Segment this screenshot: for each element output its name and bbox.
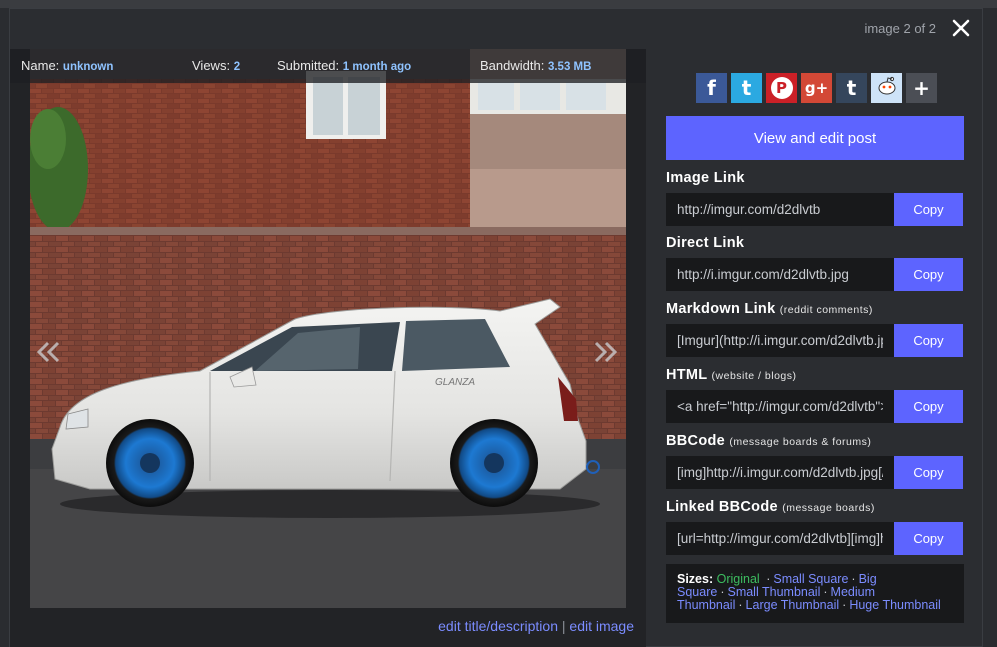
- car-photo[interactable]: GLANZA: [30, 49, 626, 608]
- car-photo-illustration: GLANZA: [30, 49, 626, 608]
- copy-button[interactable]: Copy: [894, 258, 963, 291]
- link-row: Copy: [666, 390, 964, 423]
- page-background-strip: [0, 0, 997, 8]
- size-separator: ·: [766, 572, 771, 586]
- twitter-icon: t: [741, 76, 752, 100]
- pinterest-icon: P: [770, 77, 793, 99]
- page-background-left: [0, 8, 9, 647]
- link-field[interactable]: [666, 258, 894, 291]
- link-field[interactable]: [666, 193, 894, 226]
- share-button-facebook[interactable]: f: [696, 73, 727, 103]
- next-image-button[interactable]: [592, 339, 620, 365]
- link-row: Copy: [666, 522, 964, 555]
- share-button-pinterest[interactable]: P: [766, 73, 797, 103]
- link-sublabel: (message boards): [782, 502, 875, 514]
- link-row: Copy: [666, 456, 964, 489]
- size-separator: ·: [823, 585, 828, 599]
- sizes-box: Sizes: Original · Small Square · Big Square…: [666, 564, 964, 623]
- size-separator: ·: [851, 572, 856, 586]
- edit-title-link[interactable]: edit title/description: [438, 618, 558, 634]
- link-label: Image Link: [666, 170, 745, 186]
- link-field[interactable]: [666, 324, 894, 357]
- link-group-image-link: Image Link Copy: [666, 170, 964, 226]
- meta-submitted-value[interactable]: 1 month ago: [343, 61, 411, 73]
- view-and-edit-post-button[interactable]: View and edit post: [666, 116, 964, 160]
- share-button-google-plus[interactable]: g+: [801, 73, 832, 103]
- link-row: Copy: [666, 324, 964, 357]
- meta-bandwidth: Bandwidth: 3.53 MB: [480, 58, 592, 73]
- link-sublabel: (message boards & forums): [729, 436, 872, 448]
- share-panel: ftPg+t+ View and edit post Image Link Co…: [666, 49, 964, 639]
- previous-image-button[interactable]: [34, 339, 62, 365]
- meta-bandwidth-value: 3.53 MB: [547, 61, 592, 73]
- copy-button[interactable]: Copy: [894, 193, 963, 226]
- meta-views-value: 2: [233, 61, 241, 73]
- copy-button[interactable]: Copy: [894, 522, 963, 555]
- social-share-bar: f t Pg+ t +: [696, 73, 937, 103]
- link-row: Copy: [666, 193, 964, 226]
- size-small-square[interactable]: Small Square: [773, 572, 848, 586]
- page-background-right: [983, 8, 997, 647]
- meta-name-value[interactable]: unknown: [63, 61, 113, 73]
- size-small-thumbnail[interactable]: Small Thumbnail: [727, 585, 820, 599]
- sizes-label: Sizes:: [677, 572, 714, 586]
- link-group-markdown-link: Markdown Link (reddit comments) Copy: [666, 301, 964, 357]
- size-separator: ·: [842, 598, 847, 612]
- modal-header: image 2 of 2: [10, 9, 982, 49]
- image-modal: image 2 of 2 GLANZA Name: unknown Views:…: [9, 8, 983, 647]
- reddit-icon: [876, 75, 898, 102]
- image-meta-bar: Name: unknown Views: 2 Submitted: 1 mont…: [10, 49, 646, 83]
- copy-button[interactable]: Copy: [894, 456, 963, 489]
- meta-name: Name: unknown: [21, 58, 114, 73]
- share-button-reddit[interactable]: [871, 73, 902, 103]
- size-separator: ·: [720, 585, 725, 599]
- share-button-twitter[interactable]: t: [731, 73, 762, 103]
- link-group-linked-bbcode: Linked BBCode (message boards) Copy: [666, 499, 964, 555]
- size-separator: ·: [738, 598, 743, 612]
- facebook-icon: f: [707, 76, 716, 100]
- close-icon: [952, 19, 970, 37]
- copy-button[interactable]: Copy: [894, 324, 963, 357]
- link-group-direct-link: Direct Link Copy: [666, 235, 964, 291]
- meta-submitted: Submitted: 1 month ago: [277, 58, 412, 73]
- link-row: Copy: [666, 258, 964, 291]
- size-large-thumbnail[interactable]: Large Thumbnail: [746, 598, 840, 612]
- link-label: Markdown Link (reddit comments): [666, 301, 873, 317]
- double-chevron-right-icon: [594, 341, 618, 363]
- link-group-bbcode: BBCode (message boards & forums) Copy: [666, 433, 964, 489]
- tumblr-icon: t: [846, 76, 857, 100]
- link-group-html: HTML (website / blogs) Copy: [666, 367, 964, 423]
- meta-views: Views: 2: [192, 58, 241, 73]
- link-label: BBCode (message boards & forums): [666, 433, 872, 449]
- edit-links: edit title/description | edit image: [438, 618, 634, 634]
- link-label: Linked BBCode (message boards): [666, 499, 875, 515]
- link-label: HTML (website / blogs): [666, 367, 797, 383]
- copy-button[interactable]: Copy: [894, 390, 963, 423]
- edit-image-link[interactable]: edit image: [569, 618, 634, 634]
- close-button[interactable]: [948, 15, 974, 41]
- image-pane: GLANZA Name: unknown Views: 2 Submitted:…: [10, 49, 646, 647]
- size-original[interactable]: Original: [717, 572, 760, 586]
- share-button-tumblr[interactable]: t: [836, 73, 867, 103]
- svg-text:GLANZA: GLANZA: [435, 377, 475, 388]
- size-huge-thumbnail[interactable]: Huge Thumbnail: [849, 598, 941, 612]
- more-share-icon: +: [913, 76, 930, 100]
- share-button-more-share[interactable]: +: [906, 73, 937, 103]
- link-sublabel: (website / blogs): [711, 370, 797, 382]
- double-chevron-left-icon: [36, 341, 60, 363]
- edit-separator: |: [561, 618, 566, 634]
- google-plus-icon: g+: [804, 79, 829, 97]
- link-field[interactable]: [666, 522, 894, 555]
- link-field[interactable]: [666, 390, 894, 423]
- image-counter: image 2 of 2: [864, 21, 936, 36]
- link-field[interactable]: [666, 456, 894, 489]
- link-sublabel: (reddit comments): [779, 304, 873, 316]
- link-label: Direct Link: [666, 235, 745, 251]
